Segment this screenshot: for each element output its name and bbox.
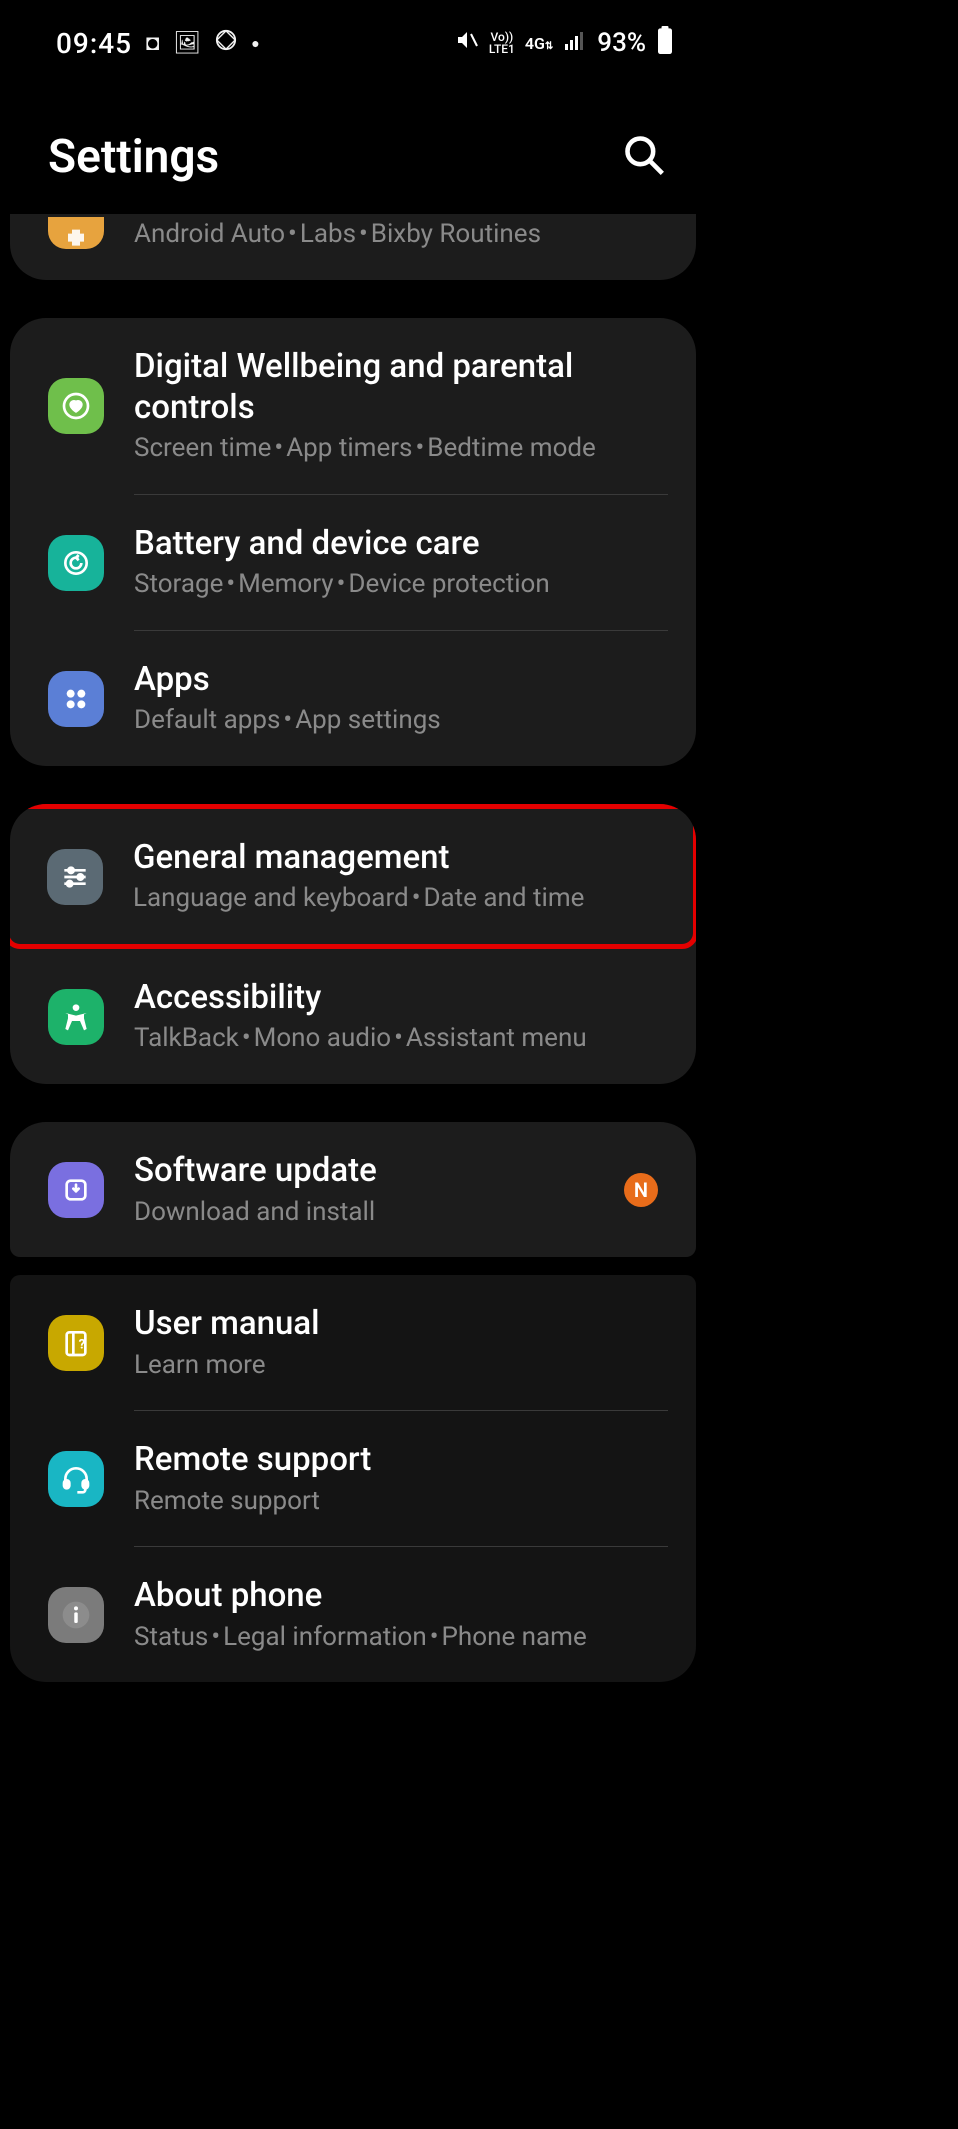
settings-item-accessibility[interactable]: Accessibility TalkBack•Mono audio•Assist… [10, 949, 696, 1084]
settings-item-title: Software update [134, 1150, 594, 1191]
settings-item-subtitle: Storage•Memory•Device protection [134, 568, 668, 602]
settings-group-wellbeing: Digital Wellbeing and parental controls … [10, 318, 696, 766]
volte-icon: Vo))LTE1 [489, 31, 515, 55]
settings-item-advanced-features[interactable]: Android Auto•Labs•Bixby Routines [10, 214, 696, 280]
settings-item-subtitle: Language and keyboard•Date and time [133, 882, 665, 916]
network-4g-icon: 4G⇅ [525, 34, 553, 53]
accessibility-icon [48, 989, 104, 1045]
settings-item-subtitle: Remote support [134, 1485, 668, 1519]
svg-text:?: ? [79, 1337, 86, 1352]
search-icon [622, 133, 666, 177]
device-care-icon [48, 535, 104, 591]
settings-item-subtitle: Learn more [134, 1349, 668, 1383]
settings-group-update: Software update Download and install N [10, 1122, 696, 1257]
status-dot-icon: ● [251, 35, 259, 52]
settings-item-software-update[interactable]: Software update Download and install N [10, 1122, 696, 1257]
settings-group-truncated: Android Auto•Labs•Bixby Routines [10, 214, 696, 280]
headset-icon [48, 1451, 104, 1507]
settings-item-subtitle: TalkBack•Mono audio•Assistant menu [134, 1022, 668, 1056]
battery-icon [656, 26, 674, 60]
status-bar: 09:45 ◘ 🖼 ● Vo))LTE1 4G⇅ 93% [0, 0, 706, 70]
manual-icon: ? [48, 1315, 104, 1371]
settings-item-user-manual[interactable]: ? User manual Learn more [10, 1275, 696, 1410]
status-photo-icon: 🖼 [173, 31, 201, 56]
status-app-icon [215, 29, 237, 57]
settings-item-title: Digital Wellbeing and parental controls [134, 346, 668, 429]
status-time: 09:45 [56, 27, 132, 60]
settings-item-title: Apps [134, 659, 668, 700]
settings-item-battery-care[interactable]: Battery and device care Storage•Memory•D… [10, 495, 696, 630]
settings-item-title: Battery and device care [134, 523, 668, 564]
settings-group-info: ? User manual Learn more Remote support [10, 1275, 696, 1682]
settings-item-subtitle: Screen time•App timers•Bedtime mode [134, 432, 668, 466]
settings-item-title: About phone [134, 1575, 668, 1616]
settings-item-title: Remote support [134, 1439, 668, 1480]
settings-item-remote-support[interactable]: Remote support Remote support [10, 1411, 696, 1546]
settings-item-subtitle: Default apps•App settings [134, 704, 668, 738]
status-lock-icon: ◘ [146, 30, 159, 56]
settings-item-digital-wellbeing[interactable]: Digital Wellbeing and parental controls … [10, 318, 696, 494]
signal-icon [563, 28, 587, 58]
notification-badge: N [624, 1173, 658, 1207]
settings-item-subtitle: Download and install [134, 1196, 594, 1230]
settings-item-title: User manual [134, 1303, 668, 1344]
search-button[interactable] [622, 133, 666, 181]
mute-icon [455, 28, 479, 58]
settings-group-management: General management Language and keyboard… [10, 804, 696, 1084]
settings-item-about-phone[interactable]: About phone Status•Legal information•Pho… [10, 1547, 696, 1682]
settings-item-apps[interactable]: Apps Default apps•App settings [10, 631, 696, 766]
header: Settings [0, 70, 706, 214]
settings-item-title: General management [133, 837, 665, 878]
update-icon [48, 1162, 104, 1218]
settings-item-subtitle: Status•Legal information•Phone name [134, 1621, 668, 1655]
apps-grid-icon [48, 671, 104, 727]
highlight-general-management: General management Language and keyboard… [10, 804, 696, 949]
settings-item-general-management[interactable]: General management Language and keyboard… [10, 809, 693, 944]
battery-percent: 93% [597, 28, 646, 58]
advanced-features-icon [48, 217, 104, 249]
settings-item-title: Accessibility [134, 977, 668, 1018]
page-title: Settings [48, 130, 219, 184]
settings-item-subtitle: Android Auto•Labs•Bixby Routines [134, 218, 668, 252]
info-icon [48, 1587, 104, 1643]
heart-circle-icon [48, 378, 104, 434]
sliders-icon [47, 849, 103, 905]
